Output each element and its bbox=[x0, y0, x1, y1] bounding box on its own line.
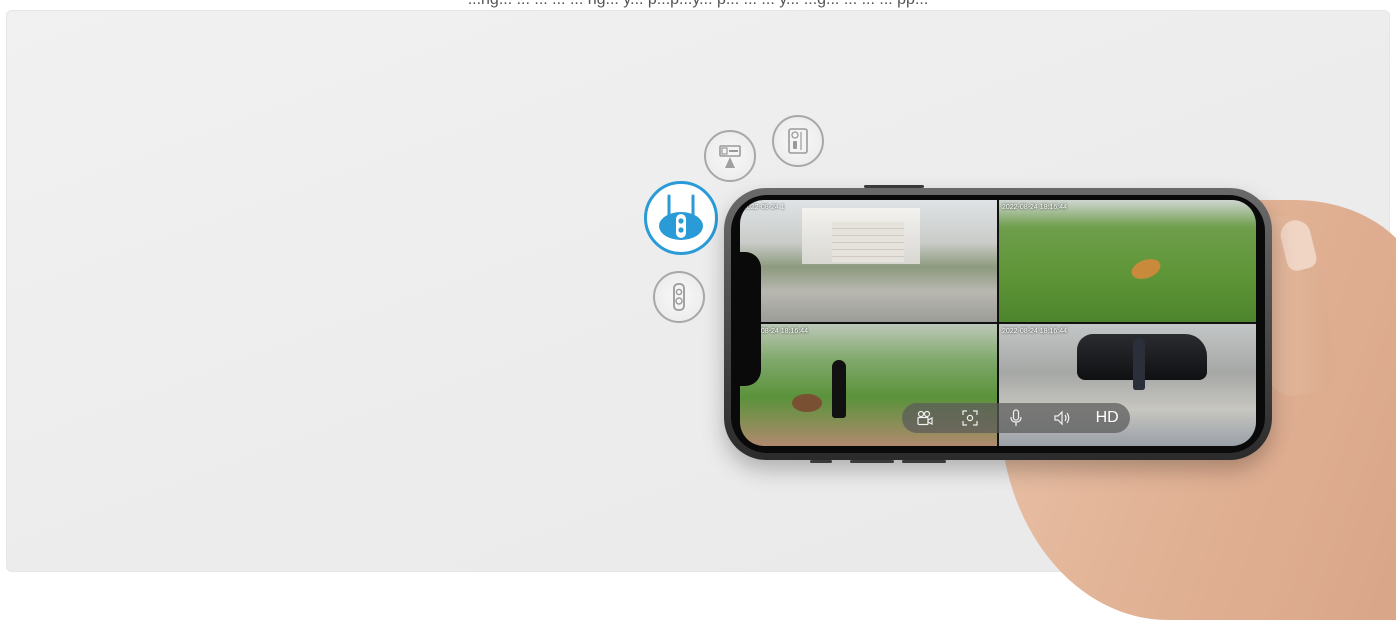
floodlight-camera-icon[interactable] bbox=[704, 130, 756, 182]
camera-feed[interactable]: 2022-08-24 18:16:44 bbox=[999, 200, 1256, 322]
playback-controls: HD bbox=[902, 403, 1130, 433]
camera-feed[interactable]: 2022-08-24 1 bbox=[740, 200, 997, 322]
feed-timestamp: 2022-08-24 1 bbox=[743, 204, 785, 211]
phone-side-button bbox=[850, 460, 894, 463]
phone-side-button bbox=[810, 460, 832, 463]
person-image bbox=[1133, 338, 1145, 390]
garage-door-image bbox=[832, 222, 904, 262]
feed-timestamp: 2022-08-24 18:16:44 bbox=[1002, 328, 1067, 335]
person-image bbox=[832, 360, 846, 418]
feed-timestamp: 2022-08-24 18:16:44 bbox=[1002, 204, 1067, 211]
phone-notch bbox=[733, 252, 761, 386]
doorbell-camera-icon[interactable] bbox=[772, 115, 824, 167]
dog-image bbox=[1128, 255, 1164, 283]
smartphone: 2022-08-24 1 2022-08-24 18:16:44 2022-08… bbox=[724, 185, 1272, 463]
dog-image bbox=[792, 394, 822, 412]
snapshot-icon[interactable] bbox=[956, 403, 984, 433]
video-camera-icon[interactable] bbox=[911, 403, 939, 433]
doorbell-icon[interactable] bbox=[653, 271, 705, 323]
speaker-icon[interactable] bbox=[1048, 403, 1076, 433]
hd-toggle-button[interactable]: HD bbox=[1093, 403, 1121, 433]
phone-side-button bbox=[902, 460, 946, 463]
camera-grid: 2022-08-24 1 2022-08-24 18:16:44 2022-08… bbox=[740, 200, 1256, 446]
phone-side-button bbox=[864, 185, 924, 188]
wireless-camera-icon[interactable] bbox=[644, 181, 718, 255]
microphone-icon[interactable] bbox=[1002, 403, 1030, 433]
